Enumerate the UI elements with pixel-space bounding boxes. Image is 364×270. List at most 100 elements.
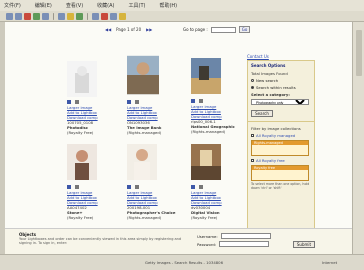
- cell-links: Larger image Add to Lightbox Download co…: [67, 105, 127, 120]
- search-button[interactable]: Search: [251, 110, 273, 117]
- password-label: Password:: [197, 241, 217, 247]
- pager: ◀◀ Page 1 of 20 ▶▶: [105, 27, 152, 32]
- result-cell: Larger image Add to Lightbox Download co…: [67, 142, 127, 221]
- cell-meta: dv030004 Digital Vision (Royalty Free): [191, 206, 251, 220]
- cell-actions: [191, 99, 251, 103]
- result-thumbnail[interactable]: [127, 142, 157, 182]
- result-thumbnail[interactable]: [191, 142, 221, 182]
- cell-links: Larger image Add to Lightbox Download co…: [127, 105, 187, 120]
- category-select[interactable]: Photography only: [251, 99, 309, 105]
- cell-meta: AA047402 Stone+ (Royalty Free): [67, 206, 127, 220]
- favorites-icon[interactable]: [67, 12, 74, 20]
- cell-actions: [191, 185, 251, 189]
- go-to-page: Go to page : Go: [183, 26, 251, 33]
- collection-list-rf[interactable]: Royalty free: [251, 165, 309, 181]
- username-label: Username:: [197, 233, 218, 239]
- list-title: Rights-managed: [252, 141, 308, 145]
- submit-button[interactable]: Submit: [293, 241, 315, 248]
- collection-checkbox-rf[interactable]: All Royalty free: [248, 157, 314, 164]
- username-row: Username:: [197, 233, 271, 239]
- menu-edit[interactable]: 编辑(E): [35, 2, 52, 9]
- menu-tools[interactable]: 工具(T): [129, 2, 146, 9]
- menu-help[interactable]: 帮助(H): [159, 2, 177, 9]
- page-number-input[interactable]: [210, 26, 236, 33]
- result-cell: Larger image Add to Lightbox Download co…: [191, 142, 251, 221]
- lightbox-icon[interactable]: [191, 185, 195, 189]
- cell-meta: ON1093036 The Image Bank (Rights-managed…: [127, 121, 187, 135]
- messenger-icon[interactable]: [119, 12, 126, 20]
- history-icon[interactable]: [76, 12, 83, 20]
- lightbox-icon[interactable]: [127, 100, 131, 104]
- toolbar-divider: [87, 12, 88, 20]
- forward-icon[interactable]: [15, 12, 22, 20]
- cell-actions: [127, 100, 187, 104]
- result-thumbnail[interactable]: [67, 61, 97, 97]
- result-thumbnail[interactable]: [127, 53, 159, 97]
- stop-icon[interactable]: [24, 12, 31, 20]
- filter-label: Filter by image collections: [251, 126, 301, 131]
- cart-icon[interactable]: [75, 100, 79, 104]
- radio-button[interactable]: [251, 79, 254, 82]
- result-cell: Larger image Add to Lightbox Download co…: [67, 61, 127, 136]
- zone-indicator: Internet: [322, 260, 338, 265]
- browser-window: 文件(F) 编辑(E) 查看(V) 收藏(A) 工具(T) 帮助(H) ◀◀ P…: [0, 0, 364, 270]
- license-type: (Rights-managed): [127, 129, 162, 135]
- license-type: (Royalty Free): [67, 129, 94, 135]
- prev-page-link[interactable]: ◀◀: [105, 27, 111, 32]
- search-icon[interactable]: [58, 12, 65, 20]
- password-input[interactable]: [219, 241, 270, 247]
- result-cell: Larger image Add to Lightbox Download co…: [191, 56, 251, 135]
- radio-button[interactable]: [251, 86, 254, 89]
- lightbox-icon[interactable]: [191, 99, 195, 103]
- cart-icon[interactable]: [199, 185, 203, 189]
- go-button[interactable]: Go: [238, 26, 251, 33]
- checkbox[interactable]: [251, 134, 254, 137]
- next-page-link[interactable]: ▶▶: [146, 27, 152, 32]
- home-icon[interactable]: [42, 12, 49, 20]
- cell-links: Larger image Add to Lightbox Download co…: [67, 190, 127, 205]
- cart-icon[interactable]: [135, 185, 139, 189]
- cart-icon[interactable]: [75, 185, 79, 189]
- cell-links: Larger image Add to Lightbox Download co…: [127, 190, 187, 205]
- menu-bar: 文件(F) 编辑(E) 查看(V) 收藏(A) 工具(T) 帮助(H): [0, 0, 364, 11]
- checkbox[interactable]: [251, 159, 254, 162]
- lightbox-icon[interactable]: [67, 100, 71, 104]
- print-icon[interactable]: [101, 12, 108, 20]
- checkbox-label: All Royalty managed: [256, 133, 296, 138]
- cell-actions: [67, 185, 127, 189]
- page-count: Page 1 of 20: [116, 27, 142, 32]
- collection-list-rm[interactable]: Rights-managed: [251, 140, 309, 156]
- license-type: (Rights-managed): [191, 128, 226, 134]
- lightbox-icon[interactable]: [67, 185, 71, 189]
- status-bar: Getty Images - Search Results - 1034806 …: [0, 254, 364, 270]
- cart-icon[interactable]: [199, 99, 203, 103]
- web-page: ◀◀ Page 1 of 20 ▶▶ Go to page : Go Large…: [5, 22, 352, 254]
- radio-new-search[interactable]: New search: [248, 77, 314, 84]
- refresh-icon[interactable]: [33, 12, 40, 20]
- menu-view[interactable]: 查看(V): [66, 2, 83, 9]
- category-label: Select a category:: [251, 92, 290, 97]
- panel-divider: [248, 121, 314, 122]
- toolbar-divider: [53, 12, 54, 20]
- username-input[interactable]: [220, 233, 271, 239]
- edit-icon[interactable]: [110, 12, 117, 20]
- cart-icon[interactable]: [135, 100, 139, 104]
- scrollbar-thumb[interactable]: [356, 30, 362, 76]
- menu-favorites[interactable]: 收藏(A): [97, 2, 114, 9]
- back-icon[interactable]: [6, 12, 13, 20]
- result-cell: Larger image Add to Lightbox Download co…: [127, 142, 187, 221]
- status-text: Getty Images - Search Results - 1034806: [145, 260, 224, 265]
- radio-refine-search[interactable]: Search within results: [248, 84, 314, 91]
- lightbox-icon[interactable]: [127, 185, 131, 189]
- list-title: Royalty free: [252, 166, 308, 170]
- collection-checkbox-rm[interactable]: All Royalty managed: [248, 132, 314, 139]
- menu-file[interactable]: 文件(F): [4, 2, 21, 9]
- result-thumbnail[interactable]: [191, 56, 221, 96]
- mail-icon[interactable]: [92, 12, 99, 20]
- result-thumbnail[interactable]: [67, 142, 97, 182]
- signin-bar: Objects Your Lightboxes and order can be…: [5, 228, 352, 254]
- multi-select-hint: To select more than one option, hold dow…: [251, 182, 310, 190]
- license-type: (Royalty Free): [191, 214, 218, 220]
- contact-link[interactable]: Contact Us: [247, 54, 269, 59]
- vertical-scrollbar[interactable]: [352, 22, 364, 254]
